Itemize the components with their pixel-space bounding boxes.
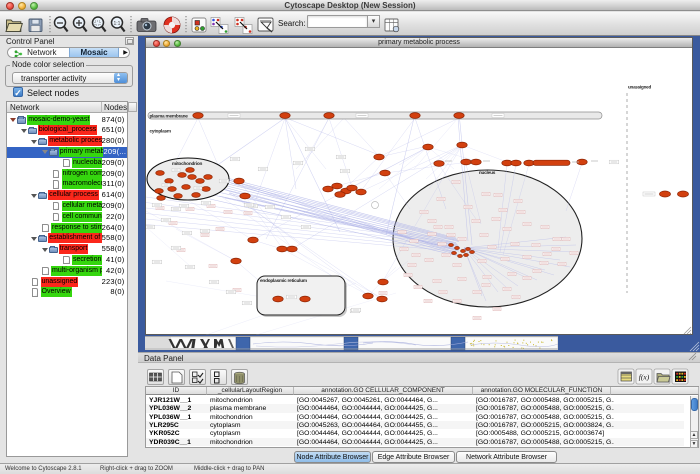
svg-text:nucleus: nucleus: [479, 170, 496, 175]
svg-text:unassigned: unassigned: [628, 84, 651, 89]
svg-text:1:1: 1:1: [114, 21, 121, 27]
svg-text:cytoplasm: cytoplasm: [150, 128, 171, 133]
svg-text:f(x): f(x): [639, 373, 650, 382]
svg-text:endoplasmic reticulum: endoplasmic reticulum: [260, 278, 307, 283]
svg-text:plasma membrane: plasma membrane: [150, 113, 189, 118]
svg-text:mitochondrion: mitochondrion: [172, 161, 203, 166]
